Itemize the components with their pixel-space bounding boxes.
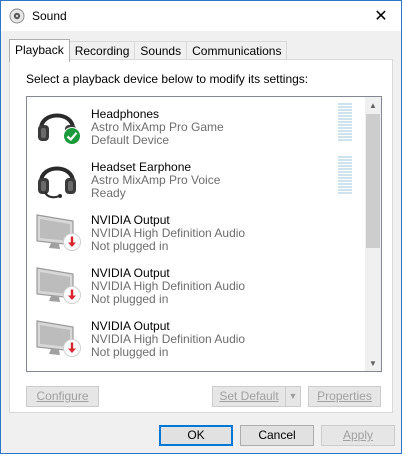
device-item-headphones[interactable]: Headphones Astro MixAmp Pro Game Default… bbox=[27, 97, 367, 150]
unplugged-arrow-icon bbox=[63, 233, 81, 251]
cancel-button[interactable]: Cancel bbox=[240, 425, 314, 446]
device-description: Astro MixAmp Pro Voice bbox=[91, 173, 221, 187]
unplugged-arrow-icon bbox=[63, 286, 81, 304]
chevron-down-icon: ▼ bbox=[288, 391, 298, 401]
speaker-app-icon bbox=[9, 8, 25, 24]
apply-button[interactable]: Apply bbox=[321, 425, 395, 446]
device-item-headset-earphone[interactable]: Headset Earphone Astro MixAmp Pro Voice … bbox=[27, 150, 367, 203]
properties-label: Properties bbox=[317, 389, 372, 403]
close-button[interactable]: ✕ bbox=[361, 1, 401, 31]
device-name: NVIDIA Output bbox=[91, 266, 170, 280]
device-list[interactable]: Headphones Astro MixAmp Pro Game Default… bbox=[26, 96, 382, 372]
scroll-up-arrow-icon[interactable]: ▲ bbox=[365, 97, 381, 113]
set-default-label: Set Default bbox=[219, 389, 279, 403]
configure-button[interactable]: Configure bbox=[26, 386, 99, 407]
device-name: NVIDIA Output bbox=[91, 213, 170, 227]
device-description: Astro MixAmp Pro Game bbox=[91, 120, 224, 134]
default-check-icon bbox=[63, 127, 81, 145]
scroll-down-arrow-icon[interactable]: ▼ bbox=[365, 355, 381, 371]
device-description: NVIDIA High Definition Audio bbox=[91, 226, 246, 240]
device-status: Ready bbox=[91, 186, 126, 200]
volume-meter bbox=[338, 103, 352, 143]
set-default-button[interactable]: Set Default bbox=[212, 386, 286, 407]
device-name: Headset Earphone bbox=[91, 160, 192, 174]
set-default-dropdown-arrow[interactable]: ▼ bbox=[285, 386, 301, 407]
close-icon: ✕ bbox=[374, 8, 388, 25]
device-status: Not plugged in bbox=[91, 239, 169, 253]
configure-label: Configure bbox=[36, 389, 89, 403]
properties-button[interactable]: Properties bbox=[308, 386, 381, 407]
playback-panel: Select a playback device below to modify… bbox=[9, 59, 393, 413]
sound-dialog: Sound ✕ Playback Recording Sounds Commun… bbox=[0, 0, 402, 454]
tab-recording[interactable]: Recording bbox=[68, 41, 136, 61]
device-status: Not plugged in bbox=[91, 345, 169, 359]
device-description: NVIDIA High Definition Audio bbox=[91, 332, 246, 346]
tab-strip: Playback Recording Sounds Communications bbox=[9, 39, 288, 62]
device-item-nvidia-output-2[interactable]: NVIDIA Output NVIDIA High Definition Aud… bbox=[27, 256, 367, 309]
device-status: Not plugged in bbox=[91, 292, 169, 306]
volume-meter bbox=[338, 156, 352, 196]
apply-label: Apply bbox=[342, 428, 374, 442]
device-name: NVIDIA Output bbox=[91, 319, 170, 333]
headset-icon bbox=[38, 166, 76, 199]
tab-communications[interactable]: Communications bbox=[186, 41, 288, 61]
instruction-text: Select a playback device below to modify… bbox=[26, 72, 309, 86]
scrollbar-thumb[interactable] bbox=[366, 114, 380, 248]
device-description: NVIDIA High Definition Audio bbox=[91, 279, 246, 293]
tab-sounds[interactable]: Sounds bbox=[134, 41, 188, 61]
unplugged-arrow-icon bbox=[63, 339, 81, 357]
ok-button[interactable]: OK bbox=[159, 425, 233, 446]
device-item-nvidia-output-3[interactable]: NVIDIA Output NVIDIA High Definition Aud… bbox=[27, 309, 367, 362]
tab-playback[interactable]: Playback bbox=[9, 39, 70, 62]
window-title: Sound bbox=[32, 9, 67, 23]
device-name: Headphones bbox=[91, 107, 160, 121]
device-item-nvidia-output-1[interactable]: NVIDIA Output NVIDIA High Definition Aud… bbox=[27, 203, 367, 256]
device-list-scrollbar[interactable]: ▲ ▼ bbox=[365, 97, 381, 371]
device-status: Default Device bbox=[91, 133, 170, 147]
title-bar[interactable]: Sound ✕ bbox=[1, 1, 401, 31]
